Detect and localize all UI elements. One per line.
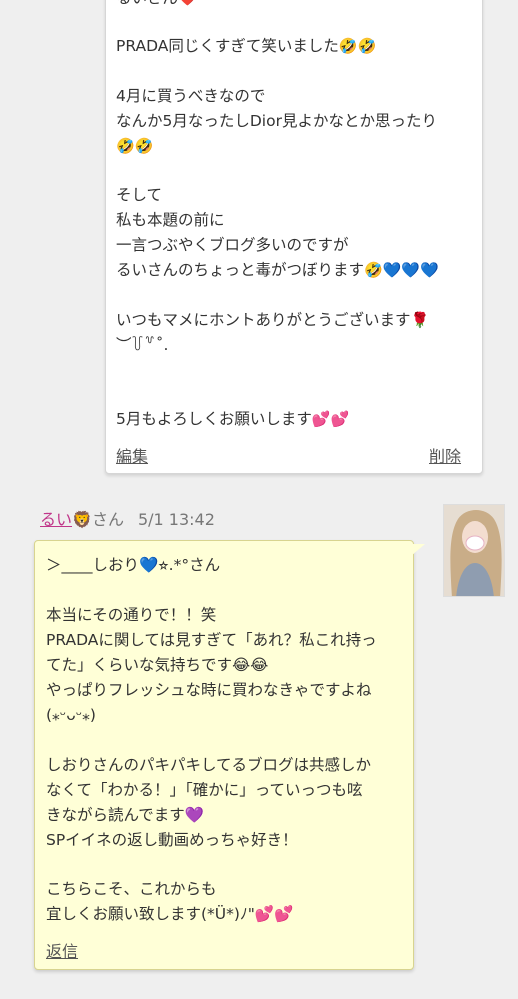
comment-line: 5月もよろしくお願いします💕💕 [116, 409, 349, 429]
reply-line: PRADAに関しては見すぎて「あれ？私これ持っ [46, 631, 377, 649]
comment-line-text: PRADA同じくすぎて笑いました [116, 37, 339, 55]
reply-line: てた」くらいな気持ちです😂😂 [46, 656, 269, 674]
comment-line-text: るいさん [116, 0, 178, 7]
comment-line-emoji: ❤️ [178, 0, 197, 7]
comment-line-text: 私も本題の前に [116, 211, 225, 229]
comment-line-emoji: 💕💕 [311, 410, 350, 428]
edit-link[interactable]: 編集 [116, 443, 148, 467]
reply-meta: るい🦁さん 5/1 13:42 [40, 506, 215, 530]
comment-line: 私も本題の前に [116, 210, 225, 230]
comment-line: 4月に買うべきなので [116, 86, 265, 106]
comment-line-text: 5月もよろしくお願いします [116, 410, 312, 428]
reply-date: 5/1 13:42 [137, 510, 215, 529]
comment-line: 🤣🤣 [116, 136, 153, 156]
avatar-image [444, 505, 504, 596]
comment-line: 一言つぶやくブログ多いのですが [116, 235, 349, 255]
comment-line-text: そして [116, 186, 163, 204]
reply-link[interactable]: 返信 [46, 938, 78, 962]
comment-line: なんか5月なったしDior見よかなとか思ったり [116, 111, 437, 131]
reply-line: やっぱりフレッシュな時に買わなきゃですよね [46, 681, 372, 699]
comment-line: そして [116, 185, 162, 205]
author-emoji: 🦁 [72, 510, 92, 529]
comment-line-emoji: 🤣🤣 [116, 137, 154, 155]
comment-line-text: ︶꒦꒷˚. [116, 336, 169, 354]
comment-line: るいさん❤️ [116, 0, 197, 8]
reply-line: なくて「わかる！」「確かに」っていっつも呟 [46, 781, 363, 799]
reply-line: 本当にその通りで！！笑 [46, 606, 217, 624]
reply-line: しおりさんのパキパキしてるブログは共感しか [46, 756, 372, 774]
comment-line-text: るいさんのちょっと毒がつぼります [116, 261, 365, 279]
delete-link[interactable]: 削除 [429, 443, 461, 467]
reply-line: ＞____しおり💙⭐︎.*°さん [46, 556, 221, 574]
comment-line: るいさんのちょっと毒がつぼります🤣💙💙💙 [116, 260, 439, 280]
reply-bubble-tail [411, 544, 425, 556]
author-honorific: さん [91, 510, 124, 529]
comment-line-text: いつもマメにホントありがとうございます [116, 311, 411, 329]
reply-line: (⁎ᵕᴗᵕ⁎) [46, 706, 96, 724]
comment-line-text: 4月に買うべきなので [116, 87, 266, 105]
reply-line: 宜しくお願い致します(*Ü*)ﾉ"💕💕 [46, 905, 294, 923]
author-name-link[interactable]: るい [40, 510, 72, 529]
comment-line-emoji: 🤣🤣 [338, 37, 377, 55]
comment-line-emoji: 🤣💙💙💙 [364, 261, 439, 279]
comment-line: ︶꒦꒷˚. [116, 335, 168, 355]
comment-line: PRADA同じくすぎて笑いました🤣🤣 [116, 36, 376, 56]
reply-line: きながら読んでます💜 [46, 806, 205, 824]
comment-line-text: 一言つぶやくブログ多いのですが [116, 236, 349, 254]
comment-line: いつもマメにホントありがとうございます🌹 [116, 310, 429, 330]
author-avatar[interactable] [443, 504, 505, 597]
comment-line-emoji: 🌹 [410, 311, 430, 329]
reply-line: こちらこそ、これからも [46, 880, 217, 898]
comment-line-text: なんか5月なったしDior見よかなとか思ったり [116, 112, 437, 130]
reply-line: SPイイネの返し動画めっちゃ好き！ [46, 831, 298, 849]
